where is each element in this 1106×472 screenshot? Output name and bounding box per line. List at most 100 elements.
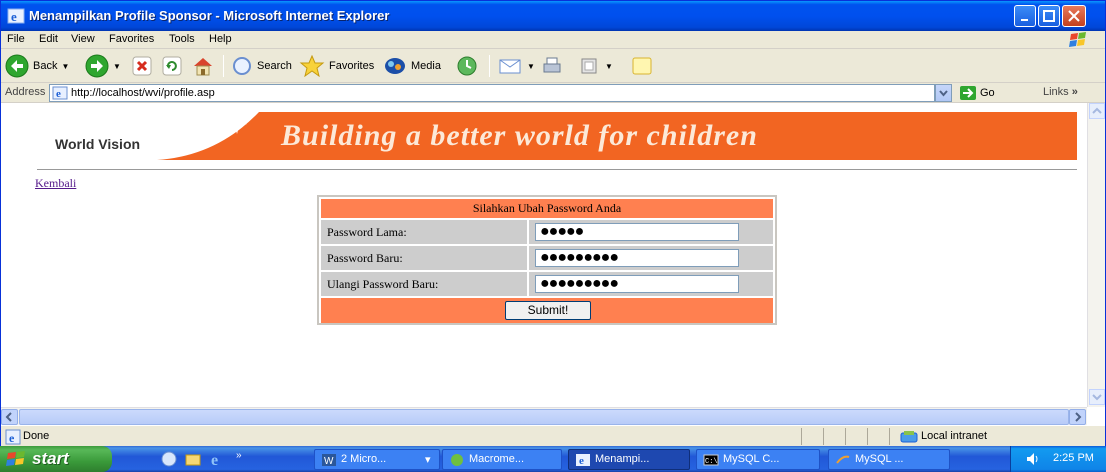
address-bar: Address e http://localhost/wvi/profile.a…: [1, 83, 1105, 103]
old-password-input[interactable]: ●●●●●: [535, 223, 739, 241]
taskbar-label: Macrome...: [469, 453, 525, 465]
menu-favorites[interactable]: Favorites: [109, 33, 154, 45]
edit-icon: [581, 58, 597, 74]
favorites-label: Favorites: [329, 60, 375, 72]
minimize-button[interactable]: [1014, 5, 1036, 27]
menu-bar: File Edit View Favorites Tools Help: [1, 31, 1105, 49]
search-label: Search: [257, 60, 292, 72]
taskbar-button-ie[interactable]: e Menampi...: [568, 449, 690, 470]
change-password-form: Silahkan Ubah Password Anda Password Lam…: [317, 195, 777, 325]
home-button[interactable]: [191, 53, 215, 79]
status-cell: [867, 428, 889, 445]
horizontal-scrollbar[interactable]: [1, 407, 1087, 425]
status-text: Done: [23, 430, 50, 442]
scroll-down-button[interactable]: [1089, 389, 1105, 405]
old-password-cell: ●●●●●: [529, 220, 773, 244]
scroll-thumb[interactable]: [19, 409, 1069, 425]
vertical-scrollbar[interactable]: [1087, 103, 1105, 407]
mysql-console-icon: C:\: [703, 454, 719, 466]
ie-icon: e: [7, 8, 25, 24]
scroll-up-button[interactable]: [1089, 103, 1105, 119]
page-icon: e: [52, 86, 68, 100]
chevron-down-icon: [1092, 394, 1102, 401]
menu-tools[interactable]: Tools: [169, 33, 195, 45]
mail-button[interactable]: ▼: [497, 53, 535, 79]
status-cell: [889, 428, 1089, 445]
close-icon: [1068, 10, 1080, 22]
links-toolbar[interactable]: Links »: [1043, 86, 1078, 98]
scroll-left-button[interactable]: [1, 409, 18, 425]
address-url: http://localhost/wvi/profile.asp: [71, 87, 215, 99]
volume-icon[interactable]: [1025, 451, 1041, 467]
world-vision-logo: World Vision: [37, 112, 259, 160]
windows-flag-icon: [6, 451, 25, 466]
back-button[interactable]: Back ▼: [5, 53, 69, 79]
stop-button[interactable]: [131, 53, 153, 79]
new-password-cell: ●●●●●●●●●: [529, 246, 773, 270]
chevron-down-icon[interactable]: ▼: [527, 62, 535, 71]
chevron-down-icon: [939, 90, 948, 97]
chevron-down-icon[interactable]: ▼: [61, 62, 69, 71]
print-button[interactable]: [539, 53, 565, 79]
svg-text:e: e: [56, 88, 61, 100]
go-arrow-icon: [960, 86, 976, 100]
menu-file[interactable]: File: [7, 33, 25, 45]
refresh-button[interactable]: [161, 53, 183, 79]
address-label: Address: [5, 86, 46, 98]
slogan-panel: Building a better world for children: [259, 112, 1077, 160]
ie-icon[interactable]: e: [208, 450, 226, 468]
address-input[interactable]: e http://localhost/wvi/profile.asp: [49, 84, 935, 102]
toolbar-separator: [489, 55, 490, 77]
media-button[interactable]: Media: [383, 53, 441, 79]
taskbar-label: Menampi...: [595, 453, 650, 465]
chevron-right-icon: [1075, 412, 1082, 422]
taskbar-button-word[interactable]: W 2 Micro... ▾: [314, 449, 440, 470]
form-row-confirm-password: Ulangi Password Baru: ●●●●●●●●●: [321, 272, 773, 296]
clock[interactable]: 2:25 PM: [1053, 452, 1094, 464]
menu-help[interactable]: Help: [209, 33, 232, 45]
search-button[interactable]: Search: [231, 53, 292, 79]
form-row-new-password: Password Baru: ●●●●●●●●●: [321, 246, 773, 270]
taskbar-label: MySQL C...: [723, 453, 780, 465]
macromedia-icon: [451, 454, 463, 466]
toolbar-separator: [223, 55, 224, 77]
chevron-right-icon[interactable]: »: [236, 450, 242, 461]
status-bar: e Done Local intranet: [1, 425, 1105, 447]
taskbar-button-mysql-console[interactable]: C:\ MySQL C...: [696, 449, 820, 470]
home-icon: [194, 58, 212, 76]
forward-button[interactable]: ▼: [85, 53, 121, 79]
taskbar-button-mysql[interactable]: MySQL ...: [828, 449, 950, 470]
back-link[interactable]: Kembali: [35, 176, 76, 191]
svg-text:e: e: [579, 455, 584, 467]
media-icon: [385, 58, 405, 74]
taskbar-label: 2 Micro...: [341, 453, 387, 465]
edit-button[interactable]: ▼: [579, 53, 613, 79]
submit-button[interactable]: Submit!: [505, 301, 591, 320]
print-icon: [543, 57, 561, 73]
menu-edit[interactable]: Edit: [39, 33, 58, 45]
confirm-password-input[interactable]: ●●●●●●●●●: [535, 275, 739, 293]
folder-icon[interactable]: [184, 450, 202, 468]
title-bar[interactable]: e Menampilkan Profile Sponsor - Microsof…: [1, 1, 1105, 31]
chevron-down-icon[interactable]: ▼: [113, 62, 121, 71]
chevron-down-icon[interactable]: ▼: [605, 62, 613, 71]
history-button[interactable]: [455, 53, 479, 79]
confirm-password-cell: ●●●●●●●●●: [529, 272, 773, 296]
page-done-icon: e: [5, 429, 21, 445]
address-dropdown[interactable]: [935, 84, 952, 102]
maximize-button[interactable]: [1038, 5, 1060, 27]
close-button[interactable]: [1062, 5, 1086, 27]
scroll-right-button[interactable]: [1069, 409, 1086, 425]
quick-launch-icon[interactable]: [160, 450, 178, 468]
back-arrow-icon: [5, 54, 29, 78]
messenger-button[interactable]: [631, 53, 653, 79]
taskbar-button-macromedia[interactable]: Macrome...: [442, 449, 562, 470]
horizontal-rule: [37, 169, 1077, 170]
go-button[interactable]: Go: [959, 84, 995, 102]
start-button[interactable]: start: [0, 446, 112, 472]
mail-icon: [499, 59, 521, 74]
favorites-button[interactable]: Favorites: [299, 53, 374, 79]
chevron-down-icon: ▾: [425, 454, 431, 466]
menu-view[interactable]: View: [71, 33, 95, 45]
new-password-input[interactable]: ●●●●●●●●●: [535, 249, 739, 267]
